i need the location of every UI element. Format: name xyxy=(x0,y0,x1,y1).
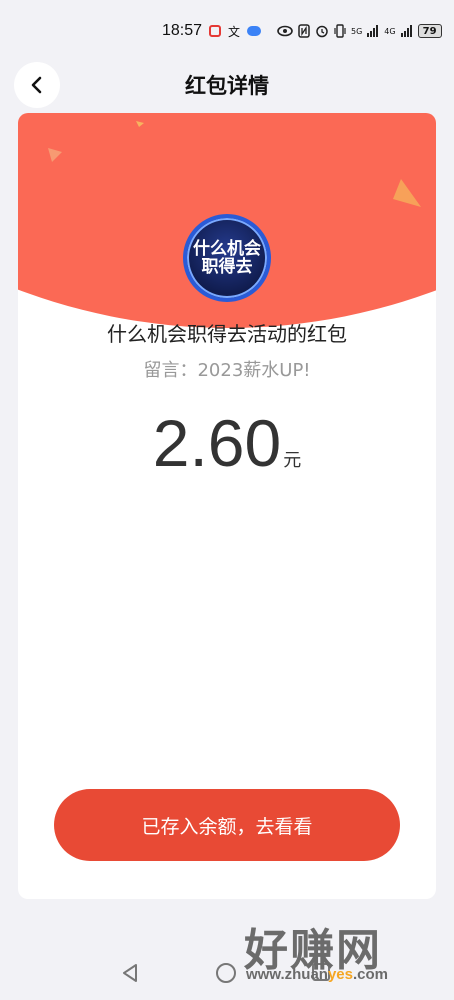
red-packet-message: 留言：2023薪水UP! xyxy=(143,360,311,381)
avatar-text-line1: 什么机会 xyxy=(193,239,261,259)
status-time: 18:57 xyxy=(162,22,203,39)
nfc-icon xyxy=(298,24,310,38)
cloud-icon xyxy=(247,26,262,36)
network-5g-label: 5G xyxy=(351,26,363,36)
red-packet-card: 什么机会 职得去 什么机会职得去活动的红包 留言：2023薪水UP! 2.60 元… xyxy=(18,113,436,899)
watermark-url-suffix: .com xyxy=(352,966,388,983)
page-title: 红包详情 xyxy=(185,74,269,98)
nav-back-icon[interactable] xyxy=(120,963,140,983)
amount-unit: 元 xyxy=(283,450,302,471)
avatar-text-line2: 职得去 xyxy=(201,257,253,277)
eye-icon xyxy=(277,25,293,37)
watermark-url-prefix: www.zhuan xyxy=(246,966,328,983)
avatar: 什么机会 职得去 xyxy=(183,214,271,302)
battery-icon: 79 xyxy=(417,24,442,38)
signal-icon xyxy=(367,25,379,37)
view-balance-button[interactable]: 已存入余额，去看看 xyxy=(54,789,400,861)
notification-app-icon xyxy=(209,25,222,37)
nav-home-icon[interactable] xyxy=(216,963,236,983)
signal-icon-2 xyxy=(400,25,412,37)
amount-row: 2.60 元 xyxy=(18,405,436,481)
confetti-decoration xyxy=(393,179,421,207)
translate-icon: 文 xyxy=(228,24,241,39)
status-left: 18:57 文 xyxy=(162,22,262,40)
amount-value: 2.60 xyxy=(152,406,282,480)
alarm-icon xyxy=(316,25,328,38)
red-packet-title: 什么机会职得去活动的红包 xyxy=(107,322,347,346)
watermark-url: www.zhuanyes.com xyxy=(246,966,388,983)
vibrate-icon xyxy=(334,24,346,38)
confetti-decoration xyxy=(136,121,144,127)
network-4g-label: 4G xyxy=(384,26,396,36)
status-bar: 18:57 文 5G 4G 79 xyxy=(0,0,454,56)
confetti-decoration xyxy=(48,148,62,162)
status-right: 5G 4G 79 xyxy=(277,24,442,38)
watermark-url-accent: yes xyxy=(327,966,353,983)
